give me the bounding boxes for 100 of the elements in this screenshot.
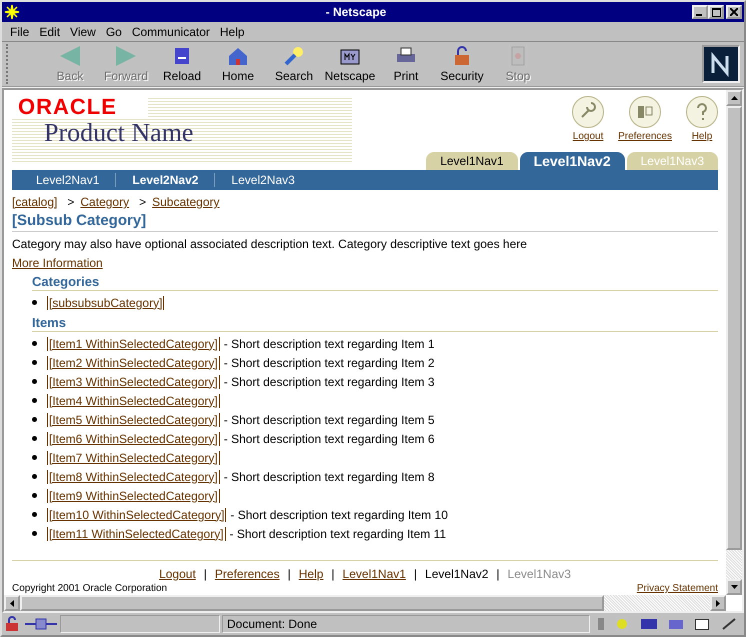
left-arrow-icon (10, 600, 14, 606)
bullet-icon (32, 398, 37, 403)
down-arrow-icon (730, 585, 738, 589)
more-info-link[interactable]: More Information (12, 256, 103, 270)
privacy-link[interactable]: Privacy Statement (636, 583, 718, 595)
menu-item[interactable]: Go (102, 24, 126, 38)
bullet-icon (32, 512, 37, 517)
link-separator: | (331, 566, 335, 583)
vertical-scrollbar[interactable] (726, 90, 742, 595)
star-icon (4, 4, 20, 20)
maximize-icon (712, 8, 720, 16)
section-heading: Categories (32, 273, 718, 291)
close-icon (730, 8, 738, 16)
copyright-text: Copyright 2001 Oracle Corporation (12, 583, 168, 595)
bullet-icon (32, 341, 37, 346)
right-arrow-icon (716, 600, 720, 606)
item-link[interactable]: [subsubsubCategory] (47, 296, 164, 310)
description-text: Category may also have optional associated description text. Category descriptive text goes here (12, 236, 528, 253)
footer-link[interactable]: Level1Nav1 (342, 565, 406, 583)
bullet-icon (32, 436, 37, 441)
browser-logo (702, 45, 740, 83)
menu-item[interactable]: Edit (35, 24, 64, 38)
item-link[interactable]: [Item4 WithinSelectedCategory] (47, 394, 220, 408)
bullet-icon (32, 455, 37, 460)
section-heading: Items (32, 314, 718, 332)
global-link[interactable]: Preferences (618, 131, 672, 142)
product-name: Product Name (43, 118, 194, 148)
logo-text: ORACLE (12, 96, 148, 118)
item-description: - Short description text regarding Item 6 (224, 432, 435, 446)
item-description: - Short description text regarding Item 11 (230, 526, 446, 540)
maximize-button[interactable] (708, 5, 724, 19)
footer-link[interactable]: Logout (159, 565, 196, 583)
item-description: - Short description text regarding Item 10 (230, 508, 448, 522)
footer-link[interactable]: Level1Nav2 (425, 565, 488, 583)
subnav-link[interactable]: Level2Nav1 (20, 173, 116, 187)
item-link[interactable]: [Item10 WithinSelectedCategory] (47, 508, 226, 522)
item-link[interactable]: [Item11 WithinSelectedCategory] (47, 526, 226, 540)
search-icon (282, 44, 306, 68)
nav-tab[interactable]: Level1Nav2 (520, 152, 625, 170)
item-link[interactable]: [Item7 WithinSelectedCategory] (47, 450, 220, 464)
picture-icon[interactable] (695, 618, 710, 630)
bullet-icon (32, 379, 37, 384)
item-link[interactable]: [Item9 WithinSelectedCategory] (47, 488, 220, 502)
item-link[interactable]: [Item1 WithinSelectedCategory] (47, 336, 220, 350)
logout-icon[interactable] (572, 96, 604, 128)
toolbar-button[interactable]: Print (378, 44, 434, 84)
bullet-icon (32, 493, 37, 498)
item-description: - Short description text regarding Item 3 (224, 374, 435, 388)
subnav-link[interactable]: Level2Nav3 (215, 173, 311, 187)
bullet-icon (32, 531, 37, 536)
status-text: Document: Done (222, 615, 590, 633)
menu-item[interactable]: View (66, 24, 100, 38)
close-button[interactable] (726, 5, 742, 19)
toolbar-button[interactable]: Reload (154, 44, 210, 84)
menu-item[interactable]: Communicator (128, 24, 214, 38)
subnav-link[interactable]: Level2Nav2 (116, 173, 214, 187)
link-separator: | (288, 566, 291, 583)
page-heading: [Subsub Category] (12, 211, 718, 232)
item-link[interactable]: [Item6 WithinSelectedCategory] (47, 432, 220, 446)
grip-icon (598, 618, 604, 630)
toolbar-button[interactable]: Home (210, 44, 266, 84)
breadcrumb-link[interactable]: [catalog] (12, 194, 58, 211)
global-link[interactable]: Logout (572, 131, 604, 142)
help-icon[interactable] (686, 96, 718, 128)
item-link[interactable]: [Item5 WithinSelectedCategory] (47, 412, 220, 426)
toolbar-button[interactable]: Security (434, 44, 490, 84)
footer-link[interactable]: Help (298, 565, 324, 583)
breadcrumb-link[interactable]: Subcategory (152, 194, 220, 211)
menu-item[interactable]: Help (216, 24, 249, 38)
bullet-icon (32, 360, 37, 365)
item-link[interactable]: [Item2 WithinSelectedCategory] (47, 356, 220, 370)
right-arrow-icon (114, 44, 138, 68)
link-separator: | (414, 566, 418, 583)
item-link[interactable]: [Item3 WithinSelectedCategory] (47, 374, 220, 388)
horizontal-scrollbar[interactable] (4, 595, 726, 611)
plug-icon (24, 616, 58, 632)
global-link[interactable]: Help (692, 131, 712, 142)
breadcrumb-separator: > (67, 194, 74, 211)
preferences-icon[interactable] (629, 96, 662, 128)
bullet-icon (32, 474, 37, 479)
up-arrow-icon (730, 96, 738, 100)
left-arrow-icon (58, 44, 82, 68)
breadcrumb-separator: > (139, 194, 146, 211)
item-description: - Short description text regarding Item 1 (224, 336, 435, 350)
footer-link[interactable]: Preferences (214, 565, 280, 583)
menu-item[interactable]: File (6, 24, 34, 38)
minimize-button[interactable] (692, 5, 708, 19)
nav-tab[interactable]: Level1Nav1 (426, 152, 518, 170)
item-description: - Short description text regarding Item 5 (224, 412, 435, 426)
item-description: - Short description text regarding Item 2 (224, 356, 435, 370)
breadcrumb-link[interactable]: Category (80, 194, 130, 211)
toolbar-button[interactable]: Netscape (322, 44, 378, 84)
link-separator: | (496, 566, 500, 583)
item-link[interactable]: [Item8 WithinSelectedCategory] (47, 470, 220, 484)
item-description: - Short description text regarding Item 8 (224, 470, 435, 484)
toolbar-button[interactable]: Search (266, 44, 322, 84)
bullet-icon (32, 417, 37, 422)
window-title: - Netscape (324, 5, 388, 19)
link-separator: | (204, 566, 207, 583)
bullet-icon (32, 300, 37, 305)
